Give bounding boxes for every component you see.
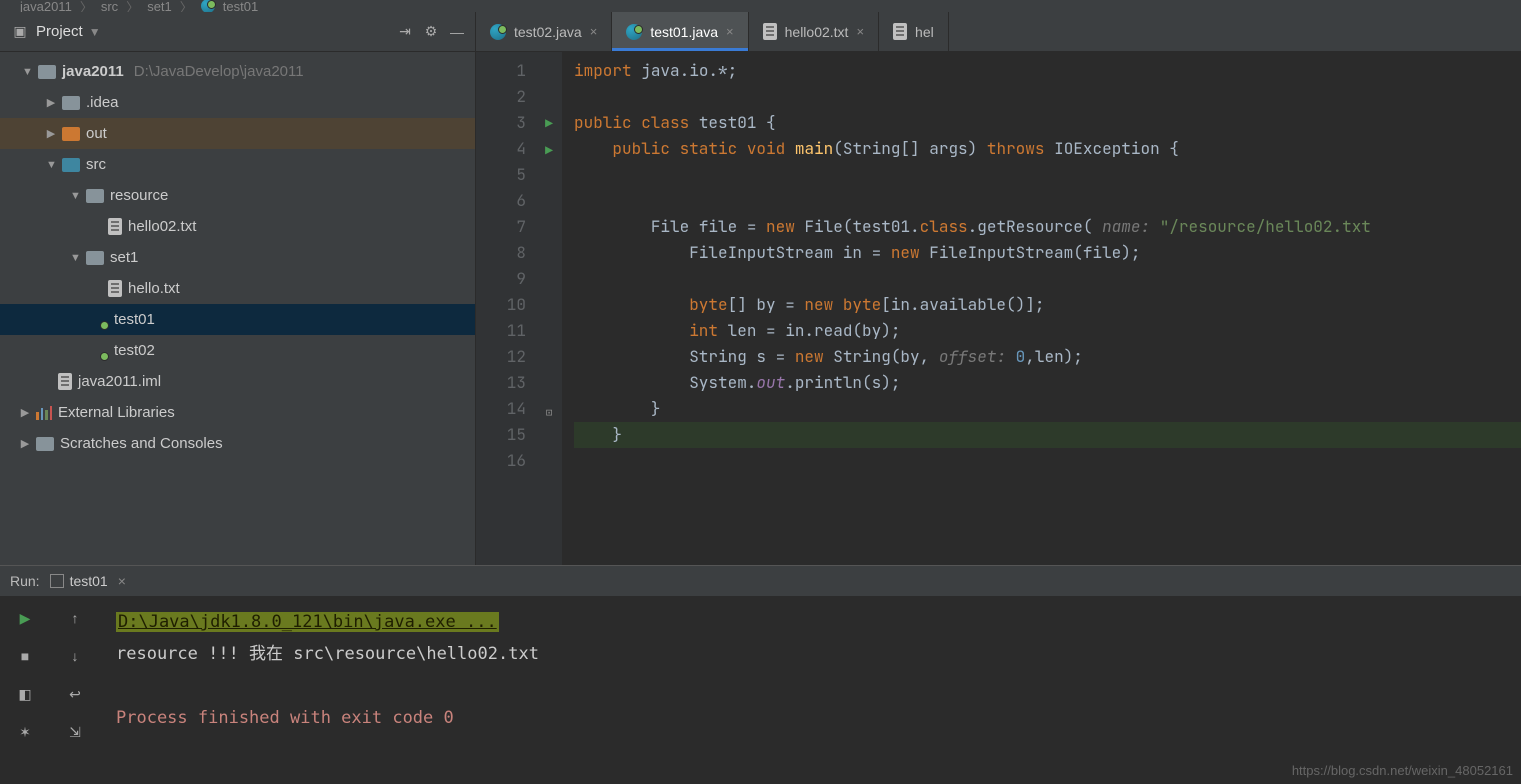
tree-root[interactable]: ▼ java2011 D:\JavaDevelop\java2011 [0,56,475,87]
java-class-icon [490,24,506,40]
project-title[interactable]: Project ▼ [36,23,101,40]
tree-scratches[interactable]: ▶ Scratches and Consoles [0,428,475,459]
editor-tab-2[interactable]: hello02.txt × [749,12,879,51]
console-exit-line: Process finished with exit code 0 [116,702,1505,734]
watermark: https://blog.csdn.net/weixin_48052161 [1292,763,1513,778]
tree-package-set1[interactable]: ▼ set1 [0,242,475,273]
project-tree[interactable]: ▼ java2011 D:\JavaDevelop\java2011 ▶ .id… [0,52,475,565]
close-icon[interactable]: × [726,24,734,39]
tree-folder-out[interactable]: ▶ out [0,118,475,149]
text-file-icon [763,23,777,40]
console-command[interactable]: D:\Java\jdk1.8.0_121\bin\java.exe ... [116,612,499,632]
close-icon[interactable]: × [118,573,126,589]
java-class-icon [201,0,215,12]
editor-tab-3[interactable]: hel [879,12,949,51]
settings-icon[interactable]: ✶ [15,722,35,742]
tab-label: test02.java [514,24,582,40]
editor-tab-0[interactable]: test02.java × [476,12,612,51]
run-label: Run: [10,573,40,589]
down-icon[interactable]: ↓ [65,646,85,666]
run-config-tab[interactable]: test01 × [50,573,126,589]
settings-gear-icon[interactable]: ⚙ [421,22,441,42]
editor-tab-1[interactable]: test01.java × [612,12,748,51]
line-number-gutter: 12345678910111213141516 [476,52,536,565]
code-editor[interactable]: 12345678910111213141516 ▶▶ ⊡ import java… [476,52,1521,565]
close-icon[interactable]: × [856,24,864,39]
stop-icon[interactable]: ■ [15,646,35,666]
java-class-icon [626,24,642,40]
console-output: resource !!! 我在 src\resource\hello02.txt [116,638,1505,670]
scratches-icon [36,437,54,451]
dump-icon[interactable]: ◧ [15,684,35,704]
project-view-icon[interactable]: ▣ [10,22,30,42]
tree-file-iml[interactable]: java2011.iml [0,366,475,397]
tree-external-libraries[interactable]: ▶ External Libraries [0,397,475,428]
tree-folder-idea[interactable]: ▶ .idea [0,87,475,118]
run-header: Run: test01 × [0,566,1521,596]
iml-file-icon [58,373,72,390]
run-tool-window: Run: test01 × ▶ ■ ◧ ✶ ↑ ↓ ↩ ⇲ D:\Java\jd… [0,565,1521,784]
breadcrumb: java2011〉 src〉 set1〉 test01 [0,0,1521,12]
gutter-marks[interactable]: ▶▶ ⊡ [536,52,562,565]
close-icon[interactable]: × [590,24,598,39]
tree-file-hellotxt[interactable]: hello.txt [0,273,475,304]
project-header: ▣ Project ▼ ⇥ ⚙ — [0,12,475,52]
tab-label: test01.java [650,24,718,40]
tab-label: hello02.txt [785,24,849,40]
up-icon[interactable]: ↑ [65,608,85,628]
tree-class-test01[interactable]: test01 [0,304,475,335]
hide-tool-window-icon[interactable]: — [447,22,467,42]
tab-label: hel [915,24,934,40]
project-tool-window: ▣ Project ▼ ⇥ ⚙ — ▼ java2011 D:\JavaDeve… [0,12,476,565]
select-opened-file-icon[interactable]: ⇥ [395,22,415,42]
tree-folder-resource[interactable]: ▼ resource [0,180,475,211]
scroll-to-end-icon[interactable]: ⇲ [65,722,85,742]
tree-class-test02[interactable]: test02 [0,335,475,366]
text-file-icon [893,23,907,40]
libraries-icon [36,406,52,420]
editor-tabs: test02.java × test01.java × hello02.txt × hel [476,12,1521,52]
text-file-icon [108,280,122,297]
tree-folder-src[interactable]: ▼ src [0,149,475,180]
run-toolbar: ▶ ■ ◧ ✶ ↑ ↓ ↩ ⇲ [0,596,100,784]
soft-wrap-icon[interactable]: ↩ [65,684,85,704]
tree-file-hello02[interactable]: hello02.txt [0,211,475,242]
code-area[interactable]: import java.io.*; public class test01 { … [562,52,1521,565]
rerun-icon[interactable]: ▶ [15,608,35,628]
run-console[interactable]: D:\Java\jdk1.8.0_121\bin\java.exe ... re… [100,596,1521,784]
text-file-icon [108,218,122,235]
